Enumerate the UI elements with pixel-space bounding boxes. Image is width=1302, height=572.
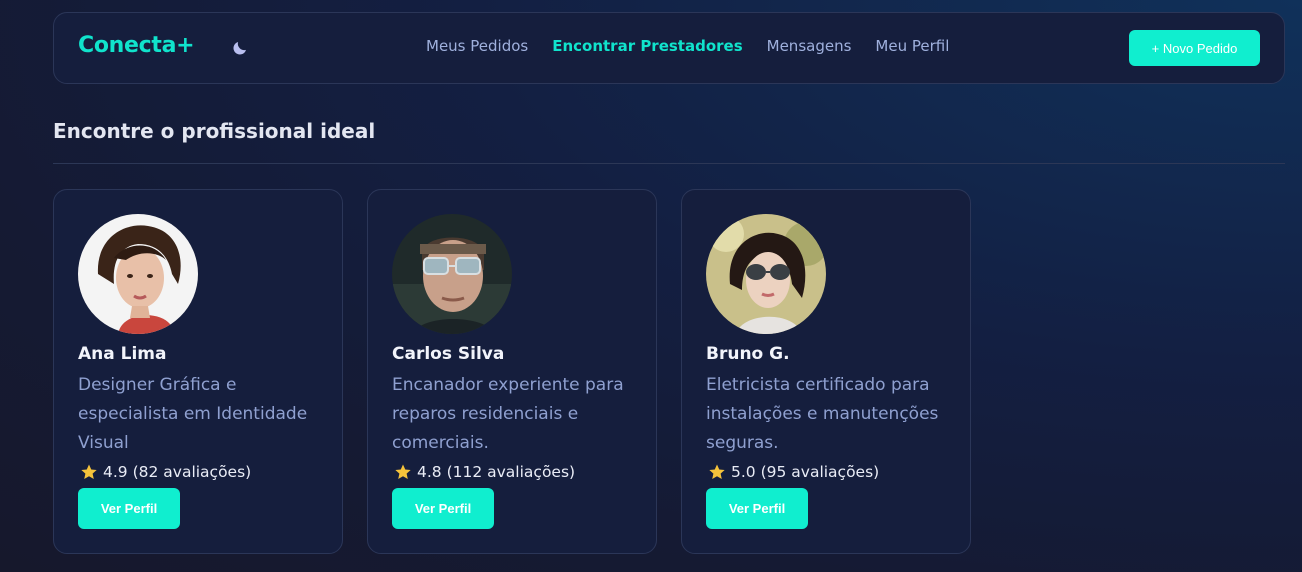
provider-rating: 4.8 (112 avaliações) [394, 463, 575, 481]
moon-icon[interactable] [230, 38, 250, 58]
app-logo[interactable]: Conecta+ [78, 33, 195, 58]
provider-name: Bruno G. [706, 344, 790, 364]
provider-rating: 4.9 (82 avaliações) [80, 463, 251, 481]
provider-name: Ana Lima [78, 344, 167, 364]
new-order-button[interactable]: + Novo Pedido [1129, 30, 1260, 66]
avatar [706, 214, 826, 334]
nav-item-meus-pedidos[interactable]: Meus Pedidos [426, 37, 528, 55]
avatar [392, 214, 512, 334]
provider-card: Carlos Silva Encanador experiente para r… [367, 189, 657, 554]
avatar [78, 214, 198, 334]
nav-item-encontrar-prestadores[interactable]: Encontrar Prestadores [552, 37, 742, 55]
provider-card: Ana Lima Designer Gráfica e especialista… [53, 189, 343, 554]
view-profile-button[interactable]: Ver Perfil [392, 488, 494, 529]
view-profile-button[interactable]: Ver Perfil [706, 488, 808, 529]
rating-text: 4.8 (112 avaliações) [417, 463, 576, 481]
rating-text: 5.0 (95 avaliações) [731, 463, 880, 481]
rating-text: 4.9 (82 avaliações) [103, 463, 252, 481]
provider-description: Encanador experiente para reparos reside… [392, 375, 624, 453]
star-icon [81, 464, 97, 479]
provider-description: Designer Gráfica e especialista em Ident… [78, 375, 308, 453]
provider-rating: 5.0 (95 avaliações) [708, 463, 879, 481]
main-nav: Meus Pedidos Encontrar Prestadores Mensa… [426, 37, 949, 55]
top-navbar: Conecta+ Meus Pedidos Encontrar Prestado… [53, 12, 1285, 84]
section-divider [53, 163, 1285, 164]
star-icon [709, 464, 725, 479]
view-profile-button[interactable]: Ver Perfil [78, 488, 180, 529]
page-title: Encontre o profissional ideal [53, 119, 376, 143]
nav-item-mensagens[interactable]: Mensagens [767, 37, 852, 55]
nav-item-meu-perfil[interactable]: Meu Perfil [875, 37, 949, 55]
provider-description: Eletricista certificado para instalações… [706, 375, 939, 453]
star-icon [395, 464, 411, 479]
provider-name: Carlos Silva [392, 344, 505, 364]
provider-card: Bruno G. Eletricista certificado para in… [681, 189, 971, 554]
